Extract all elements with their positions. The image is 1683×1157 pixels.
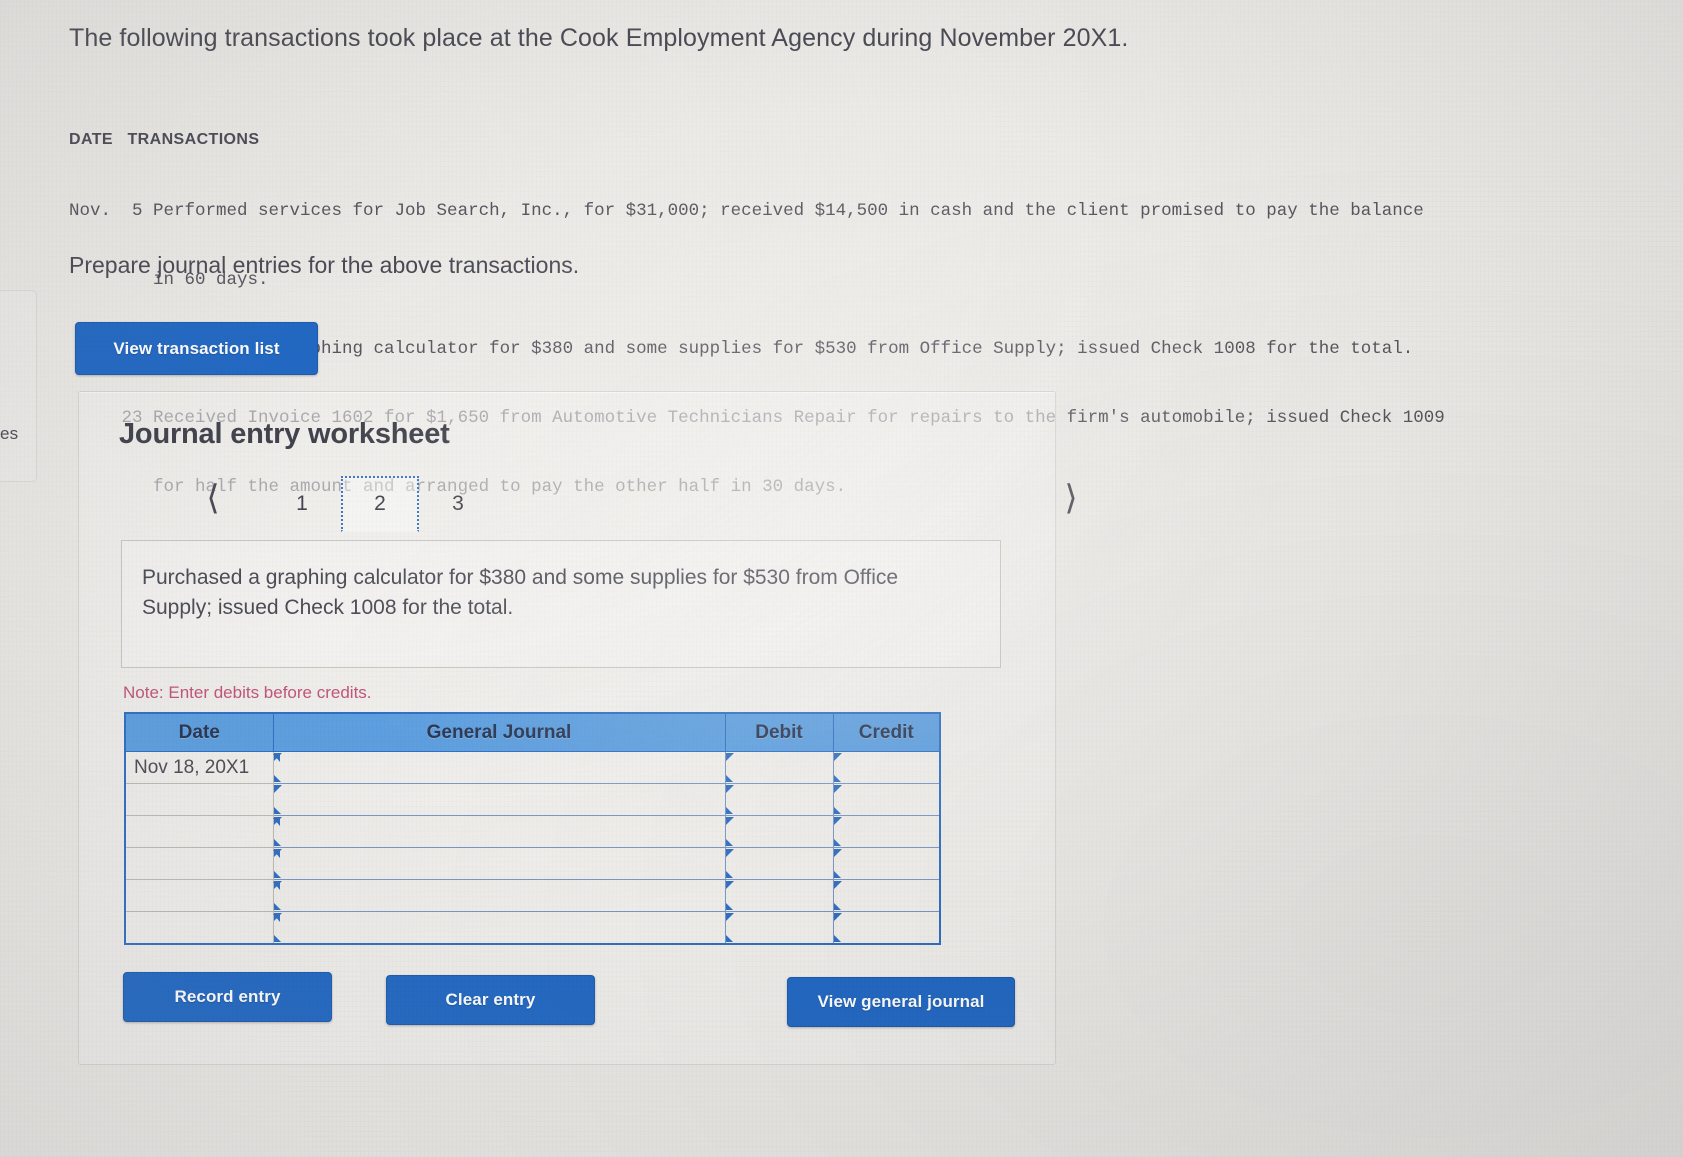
worksheet-tab-1[interactable]: 1	[263, 476, 341, 532]
worksheet-action-buttons: Record entry Clear entry View general jo…	[123, 972, 1023, 1028]
table-row	[124, 815, 941, 848]
debit-cell[interactable]	[724, 879, 834, 912]
worksheet-tab-3[interactable]: 3	[419, 476, 497, 532]
date-cell[interactable]	[124, 815, 280, 848]
date-cell[interactable]: Nov 18, 20X1	[124, 751, 280, 784]
worksheet-pager: ⟨ 1 2 3 ⟩	[113, 470, 1078, 532]
offscreen-panel-sliver	[0, 290, 37, 482]
worksheet-title: Journal entry worksheet	[119, 418, 450, 450]
offscreen-text-fragment: es	[0, 424, 19, 443]
credit-cell[interactable]	[832, 815, 941, 848]
debit-cell[interactable]	[724, 815, 834, 848]
general-journal-cell[interactable]	[272, 783, 726, 816]
general-journal-cell[interactable]	[272, 815, 726, 848]
credit-cell[interactable]	[832, 879, 941, 912]
table-row	[124, 847, 941, 880]
worksheet-tab-2[interactable]: 2	[341, 476, 419, 532]
transaction-description-box: Purchased a graphing calculator for $380…	[121, 540, 1001, 668]
table-row	[124, 783, 941, 816]
debit-cell[interactable]	[724, 751, 834, 784]
column-header-credit: Credit	[832, 712, 941, 752]
date-cell[interactable]	[124, 783, 274, 816]
exercise-page: es The following transactions took place…	[0, 0, 1683, 1157]
table-row	[124, 879, 941, 912]
date-cell[interactable]	[124, 879, 280, 912]
chevron-right-icon[interactable]: ⟩	[1053, 476, 1089, 520]
credit-cell[interactable]	[832, 783, 941, 816]
column-header-debit: Debit	[724, 712, 834, 752]
view-general-journal-button[interactable]: View general journal	[787, 977, 1015, 1027]
general-journal-cell[interactable]	[272, 879, 726, 912]
record-entry-button[interactable]: Record entry	[123, 972, 332, 1022]
table-row	[124, 911, 941, 945]
debit-cell[interactable]	[724, 911, 834, 945]
debits-before-credits-note: Note: Enter debits before credits.	[123, 683, 372, 702]
transaction-list-header: DATE TRANSACTIONS	[69, 131, 260, 148]
general-journal-cell[interactable]	[272, 751, 726, 784]
chevron-left-icon[interactable]: ⟨	[195, 476, 231, 520]
transaction-line: Nov. 5 Performed services for Job Search…	[69, 201, 1424, 221]
prepare-instruction: Prepare journal entries for the above tr…	[69, 252, 580, 278]
credit-cell[interactable]	[832, 847, 941, 880]
credit-cell[interactable]	[832, 751, 941, 784]
journal-entry-table: Date General Journal Debit Credit Nov 18…	[124, 712, 941, 945]
view-transaction-list-button[interactable]: View transaction list	[75, 322, 318, 375]
intro-paragraph: The following transactions took place at…	[69, 24, 1129, 52]
column-header-general-journal: General Journal	[272, 712, 726, 752]
general-journal-cell[interactable]	[272, 911, 726, 945]
debit-cell[interactable]	[724, 783, 834, 816]
table-header-row: Date General Journal Debit Credit	[124, 712, 941, 752]
clear-entry-button[interactable]: Clear entry	[386, 975, 595, 1025]
date-cell[interactable]	[124, 911, 280, 945]
credit-cell[interactable]	[832, 911, 941, 945]
worksheet-tab-list: 1 2 3	[263, 470, 497, 532]
general-journal-cell[interactable]	[272, 847, 726, 880]
debit-cell[interactable]	[724, 847, 834, 880]
date-cell[interactable]	[124, 847, 280, 880]
table-row: Nov 18, 20X1	[124, 751, 941, 784]
journal-entry-worksheet-panel: Journal entry worksheet ⟨ 1 2 3 ⟩ Purcha…	[78, 391, 1078, 1065]
transaction-description-text: Purchased a graphing calculator for $380…	[142, 566, 899, 619]
column-header-date: Date	[124, 712, 274, 752]
